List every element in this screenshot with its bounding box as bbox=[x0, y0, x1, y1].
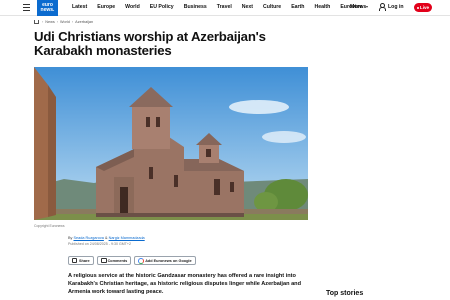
chevron-down-icon: ▾ bbox=[366, 4, 369, 9]
home-icon[interactable] bbox=[34, 20, 39, 24]
hero-image bbox=[34, 67, 308, 220]
site-logo[interactable]: euro news. bbox=[37, 0, 58, 16]
breadcrumb-news[interactable]: News bbox=[45, 20, 55, 24]
user-icon bbox=[378, 3, 386, 11]
share-button[interactable]: Share bbox=[68, 256, 94, 265]
login-button[interactable]: Log in bbox=[378, 3, 404, 11]
breadcrumb-separator: › bbox=[42, 20, 44, 24]
menu-icon[interactable] bbox=[23, 4, 30, 11]
comment-icon bbox=[100, 258, 107, 263]
article-actions: Share Comments Add Euronews on Google bbox=[68, 256, 196, 265]
nav-latest[interactable]: Latest bbox=[72, 4, 87, 13]
article-lead: A religious service at the historic Gand… bbox=[68, 273, 302, 295]
nav-world[interactable]: World bbox=[125, 4, 140, 13]
login-label: Log in bbox=[388, 3, 404, 10]
byline: By Seada Ruzgarova & Nargiz Mammadzada bbox=[68, 236, 145, 240]
byline-prefix: By bbox=[68, 236, 73, 240]
byline-and: & bbox=[104, 236, 108, 240]
live-button[interactable]: Live bbox=[414, 3, 432, 12]
comments-label: Comments bbox=[107, 258, 128, 263]
live-dot-icon bbox=[416, 6, 419, 9]
published-date: Published on 24/08/2025 - 9:30 GMT+2 bbox=[68, 242, 132, 246]
nav-europe[interactable]: Europe bbox=[97, 4, 115, 13]
nav-earth[interactable]: Earth bbox=[291, 4, 304, 13]
nav-culture[interactable]: Culture bbox=[263, 4, 281, 13]
breadcrumb-world[interactable]: World bbox=[60, 20, 70, 24]
author-link-2[interactable]: Nargiz Mammadzada bbox=[109, 236, 145, 240]
top-nav-bar: euro news. Latest Europe World EU Policy… bbox=[0, 0, 450, 16]
article-headline: Udi Christians worship at Azerbaijan's K… bbox=[34, 29, 266, 58]
share-icon bbox=[72, 258, 77, 263]
google-label: Add Euronews on Google bbox=[145, 258, 192, 263]
top-stories-heading: Top stories bbox=[326, 290, 364, 297]
breadcrumb-azerbaijan[interactable]: Azerbaijan bbox=[75, 20, 93, 24]
breadcrumb: › News › World › Azerbaijan bbox=[34, 20, 93, 24]
nav-next[interactable]: Next bbox=[242, 4, 253, 13]
breadcrumb-separator: › bbox=[71, 20, 74, 24]
nav-eu-policy[interactable]: EU Policy bbox=[150, 4, 174, 13]
nav-travel[interactable]: Travel bbox=[217, 4, 232, 13]
comments-button[interactable]: Comments bbox=[96, 256, 132, 265]
image-copyright: Copyright Euronews bbox=[34, 224, 65, 228]
nav-health[interactable]: Health bbox=[314, 4, 330, 13]
nav-business[interactable]: Business bbox=[184, 4, 207, 13]
author-link-1[interactable]: Seada Ruzgarova bbox=[74, 236, 104, 240]
share-label: Share bbox=[79, 258, 90, 263]
live-label: Live bbox=[419, 5, 430, 10]
more-menu-button[interactable]: More bbox=[350, 4, 362, 10]
breadcrumb-separator: › bbox=[56, 20, 59, 24]
google-icon bbox=[138, 258, 145, 264]
add-on-google-button[interactable]: Add Euronews on Google bbox=[134, 256, 196, 265]
logo-line-2: news. bbox=[40, 7, 55, 13]
main-nav: Latest Europe World EU Policy Business T… bbox=[72, 4, 376, 13]
